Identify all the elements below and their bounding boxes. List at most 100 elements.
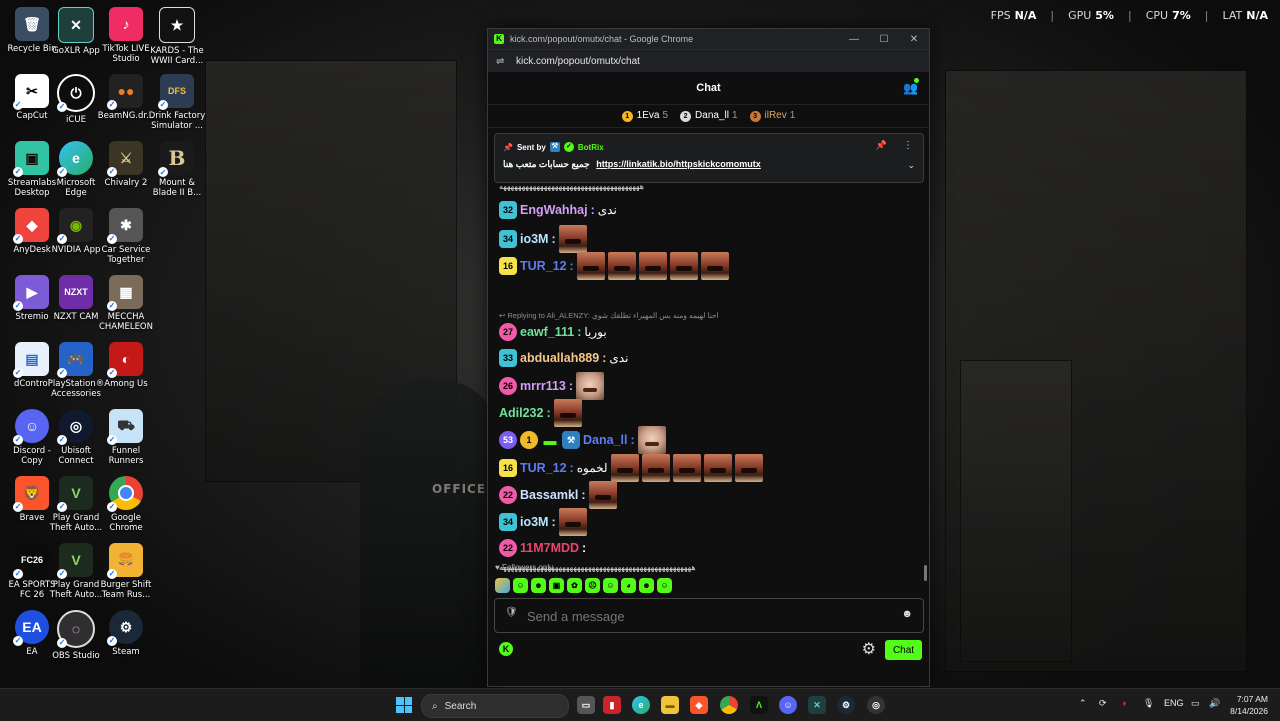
emote-image <box>558 508 587 536</box>
message-input[interactable] <box>525 608 889 625</box>
username[interactable]: mrrr113 <box>520 379 566 393</box>
brave-taskbar-icon[interactable]: ◆ <box>690 696 708 714</box>
chat-message[interactable]: 34 io3M: <box>499 508 587 536</box>
emote-kick-8-icon[interactable]: ☻ <box>639 578 654 593</box>
kick-favicon-icon: K <box>494 34 504 44</box>
desktop-icon-mount-blade[interactable]: B ✓ Mount & Blade II B... <box>145 138 209 205</box>
bg-shelf-far-right <box>960 360 1072 662</box>
username[interactable]: eawf_111 <box>520 325 574 339</box>
tray-app-icon[interactable]: ◑ <box>1121 698 1126 708</box>
emote-kick-2-icon[interactable]: ☻ <box>531 578 546 593</box>
level-badge: 22 <box>499 539 517 557</box>
emote-kick-6-icon[interactable]: ☺ <box>603 578 618 593</box>
kick-app-taskbar-icon[interactable]: Λ <box>750 696 768 714</box>
url-text[interactable]: kick.com/popout/omutx/chat <box>516 56 640 67</box>
chat-message[interactable]: 34 io3M: <box>499 225 587 253</box>
chat-message[interactable]: Adil232: <box>499 399 582 427</box>
network-icon[interactable]: ▭ <box>1191 698 1200 709</box>
level-badge: 27 <box>499 323 517 341</box>
gear-icon[interactable]: ⚙ <box>862 639 876 659</box>
emote-kick-7-icon[interactable]: ◕ <box>621 578 636 593</box>
username[interactable]: abduallah889 <box>520 351 599 365</box>
username[interactable]: Bassamkl <box>520 488 578 502</box>
username[interactable]: EngWahhaj <box>520 203 588 217</box>
title-bar[interactable]: K kick.com/popout/omutx/chat - Google Ch… <box>488 29 929 49</box>
chat-message[interactable]: 32 EngWahhaj: ندى <box>499 201 617 219</box>
pinned-link[interactable]: https://linkatik.bio/httpskickcomomutx <box>596 159 761 169</box>
minimize-icon[interactable]: — <box>839 34 869 45</box>
sync-icon[interactable]: ⟳ <box>1099 698 1107 709</box>
username[interactable]: io3M <box>520 232 548 246</box>
chevron-down-icon[interactable]: ⌄ <box>907 160 915 171</box>
desktop-icon-car-service[interactable]: ✱ ✓ Car Service Together <box>94 205 158 272</box>
pinned-bot-name[interactable]: BotRix <box>578 143 604 152</box>
username[interactable]: TUR_12 <box>520 259 567 273</box>
reply-preview[interactable]: ↩ Replying to Ali_ALENZY: احنا لهيمه ومن… <box>499 311 719 320</box>
username[interactable]: Adil232 <box>499 406 543 420</box>
chat-message[interactable]: 22 11M7MDD: <box>499 539 586 557</box>
leader-2[interactable]: 2 Dana_ll 1 <box>680 110 738 122</box>
address-bar[interactable]: ⇌ kick.com/popout/omutx/chat <box>488 49 929 72</box>
desktop-icon-drink-factory[interactable]: DFS ✓ Drink Factory Simulator ... <box>145 71 209 138</box>
goxlr-taskbar-icon[interactable]: ✕ <box>808 696 826 714</box>
app-taskbar-icon[interactable]: ◎ <box>867 696 885 714</box>
chat-message[interactable]: 53 1 ▬ ⚒ Dana_ll: <box>499 426 666 454</box>
chat-message[interactable]: 33 abduallah889: ندى <box>499 349 628 367</box>
leader-1[interactable]: 1 1Eva 5 <box>621 110 668 122</box>
username[interactable]: io3M <box>520 515 548 529</box>
language-indicator[interactable]: ENG <box>1164 698 1184 708</box>
chat-message[interactable]: 27 eawf_111: بوريا <box>499 323 607 341</box>
steam-taskbar-icon[interactable]: ⚙ <box>837 696 855 714</box>
file-explorer-icon[interactable]: ▬ <box>661 696 679 714</box>
windows-start-icon[interactable] <box>396 697 412 713</box>
desktop-icon-funnel-runners[interactable]: ⛟ ✓ Funnel Runners <box>94 406 158 473</box>
desktop-icon-kards[interactable]: ★ KARDS - The WWII Card... <box>145 4 209 71</box>
site-info-icon[interactable]: ⇌ <box>496 56 510 67</box>
emoji-icon[interactable]: ☻ <box>901 608 913 620</box>
emote-kick-5-icon[interactable]: ☹ <box>585 578 600 593</box>
users-icon[interactable]: 👥 <box>903 81 918 95</box>
close-icon[interactable]: ✕ <box>899 34 929 45</box>
chat-scrollbar[interactable] <box>924 565 927 581</box>
clock[interactable]: 7:07 AM 8/14/2026 <box>1230 693 1268 717</box>
chat-message[interactable]: 16 TUR_12: لخموه <box>499 454 763 482</box>
emote-kick-9-icon[interactable]: ☺ <box>657 578 672 593</box>
emote-image <box>700 252 729 280</box>
chat-messages[interactable]: ههههههههههههههههههههههههههههههههههههههه … <box>488 183 929 575</box>
chrome-taskbar-icon[interactable] <box>720 696 738 714</box>
pinned-message[interactable]: 📌 Sent by ⚒ ✓ BotRix جميع حسابات متعب هن… <box>494 133 924 183</box>
emote-kick-1-icon[interactable]: ☺ <box>513 578 528 593</box>
leader-3[interactable]: 3 ilRev 1 <box>749 110 795 122</box>
chat-send-button[interactable]: Chat <box>885 640 922 660</box>
maximize-icon[interactable]: ☐ <box>869 34 899 45</box>
volume-icon[interactable]: 🔊 <box>1209 698 1220 709</box>
emote-picker-image-icon[interactable] <box>495 578 510 593</box>
pin-icon[interactable]: 📌 <box>876 140 887 151</box>
chevron-up-icon[interactable]: ⌃ <box>1079 698 1087 709</box>
chat-message[interactable]: 16 TUR_12: <box>499 252 729 280</box>
discord-taskbar-icon[interactable]: ☺ <box>779 696 797 714</box>
username[interactable]: TUR_12 <box>520 461 567 475</box>
desktop-icon-chrome[interactable]: ✓ Google Chrome <box>94 473 158 540</box>
username[interactable]: Dana_ll <box>583 433 627 447</box>
edge-taskbar-icon[interactable]: e <box>632 696 650 714</box>
chat-message[interactable]: 26 mrrr113: <box>499 372 605 400</box>
taskbar-search[interactable]: ⌕ Search <box>421 694 569 718</box>
task-view-icon[interactable]: ▭ <box>577 696 595 714</box>
desktop-icon-meccha[interactable]: ▦ ✓ MECCHA CHAMELEON <box>94 272 158 339</box>
microphone-icon[interactable]: 🎙 <box>1143 698 1154 709</box>
desktop-icon-among-us[interactable]: ◐ ✓ Among Us <box>94 339 158 406</box>
desktop-icon-steam[interactable]: ⚙ ✓ Steam <box>94 607 158 674</box>
emote-kick-4-icon[interactable]: ✿ <box>567 578 582 593</box>
kick-points-icon[interactable]: K <box>499 642 513 656</box>
playstation-icon: 🎮 ✓ <box>57 342 93 378</box>
emote-kick-3-icon[interactable]: ▣ <box>549 578 564 593</box>
level-badge: 34 <box>499 230 517 248</box>
username[interactable]: 11M7MDD <box>520 541 579 555</box>
more-options-icon[interactable]: ⋮ <box>903 140 913 151</box>
chat-message[interactable]: 22 Bassamkl: <box>499 481 617 509</box>
desktop-icon-burger-shift[interactable]: 🍔 ✓ Burger Shift Team Rus... <box>94 540 158 607</box>
red-app-icon[interactable]: ▮ <box>603 696 621 714</box>
message-input-box[interactable]: 🛡 ☻ <box>494 598 924 633</box>
chrome-popout-window[interactable]: K kick.com/popout/omutx/chat - Google Ch… <box>487 28 930 687</box>
